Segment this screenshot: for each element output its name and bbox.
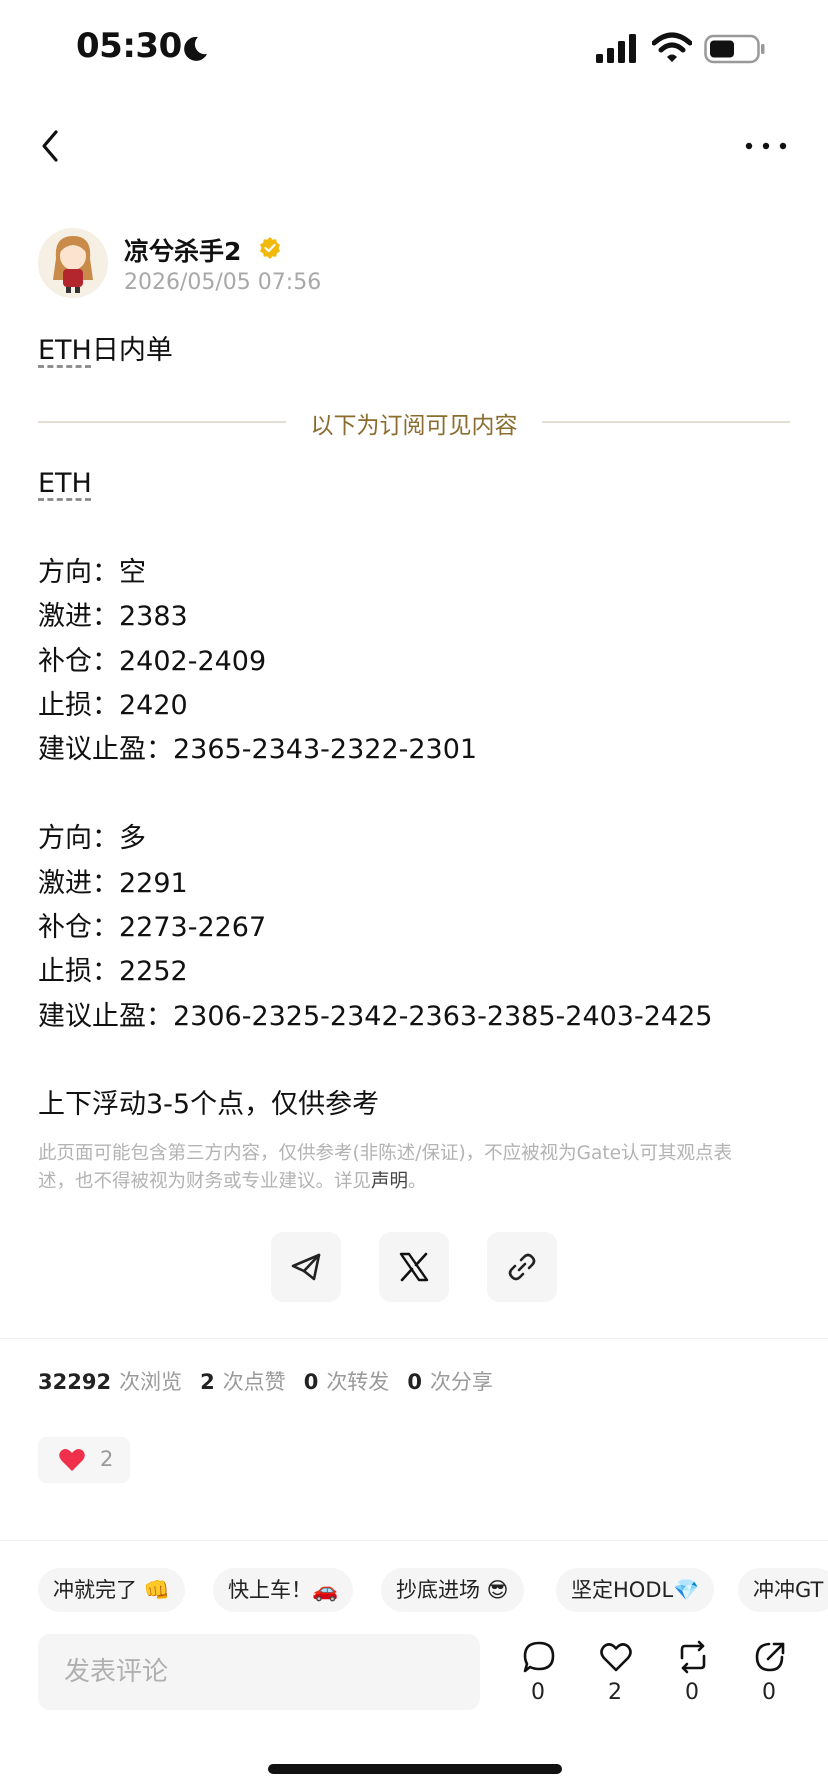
share-icon: [755, 1642, 785, 1672]
reposts-label: 次转发: [326, 1370, 390, 1394]
share-telegram-button[interactable]: [271, 1232, 341, 1302]
section-separator: [0, 1540, 828, 1541]
heart-icon: [59, 1448, 85, 1471]
moon-icon: [184, 36, 207, 61]
disclaimer: 此页面可能包含第三方内容，仅供参考(非陈述/保证)，不应被视为Gate认可其观点…: [38, 1140, 768, 1196]
short-take-profit: 建议止盈：2365-2343-2322-2301: [38, 734, 478, 766]
reaction-count: 2: [100, 1447, 114, 1471]
long-take-profit: 建议止盈：2306-2325-2342-2363-2385-2403-2425: [38, 1000, 713, 1032]
repost-count: 0: [685, 1680, 699, 1705]
eth-tag-link[interactable]: ETH: [38, 335, 92, 366]
section-separator: [0, 1338, 828, 1339]
quick-reply-chip[interactable]: 抄底进场 😎: [381, 1568, 524, 1612]
quick-reply-chip[interactable]: 坚定HODL💎: [556, 1568, 715, 1612]
long-direction: 方向：多: [38, 823, 146, 855]
quick-reply-chip[interactable]: 冲冲GT: [738, 1568, 828, 1612]
short-entry: 激进：2383: [38, 601, 188, 633]
quick-reply-chip[interactable]: 快上车！🚗: [213, 1568, 354, 1612]
post-title-text: 日内单: [91, 335, 173, 366]
heart-reaction-button[interactable]: 2: [38, 1437, 130, 1483]
battery-icon: [704, 34, 765, 64]
short-stop-loss: 止损：2420: [38, 689, 188, 721]
likes-count: 2: [200, 1370, 215, 1394]
comment-count: 0: [531, 1680, 545, 1705]
quick-reply-chip[interactable]: 冲就完了 👊: [38, 1568, 185, 1612]
short-add: 补仓：2402-2409: [38, 645, 267, 677]
back-icon[interactable]: [36, 126, 66, 166]
reposts-count: 0: [303, 1370, 319, 1394]
share-count: 0: [762, 1680, 776, 1705]
quick-replies: 冲就完了 👊 快上车！🚗 抄底进场 😎 坚定HODL💎 冲冲GT: [0, 1568, 828, 1612]
status-bar: 05:30: [0, 0, 828, 100]
like-count: 2: [608, 1680, 622, 1705]
views-count: 32292: [38, 1370, 112, 1394]
disclaimer-end: 。: [408, 1171, 427, 1192]
more-options-icon[interactable]: [744, 136, 788, 156]
content-eth-tag-link[interactable]: ETH: [38, 468, 92, 499]
comment-icon: [523, 1641, 555, 1673]
status-time: 05:30: [76, 26, 182, 66]
long-add: 补仓：2273-2267: [38, 911, 267, 943]
subscription-label: 以下为订阅可见内容: [310, 413, 518, 439]
shares-count: 0: [407, 1370, 422, 1394]
disclaimer-link[interactable]: 声明: [371, 1171, 408, 1192]
cellular-signal-icon: [596, 34, 636, 63]
repost-button[interactable]: 0: [662, 1640, 722, 1712]
heart-outline-icon: [600, 1643, 632, 1672]
views-label: 次浏览: [119, 1370, 183, 1394]
long-entry: 激进：2291: [38, 867, 188, 899]
short-direction: 方向：空: [38, 556, 146, 588]
likes-label: 次点赞: [222, 1370, 286, 1394]
comment-button[interactable]: 0: [508, 1640, 568, 1712]
author-avatar[interactable]: [38, 228, 108, 298]
share-button[interactable]: 0: [739, 1640, 799, 1712]
copy-link-button[interactable]: [487, 1232, 557, 1302]
post-timestamp: 2026/05/05 07:56: [124, 270, 322, 295]
post-content: ETH 方向：空 激进：2383 补仓：2402-2409 止损：2420 建议…: [38, 462, 712, 1128]
avatar-image: [38, 228, 108, 298]
subscription-divider: 以下为订阅可见内容: [38, 404, 790, 440]
x-logo-icon: [399, 1252, 429, 1282]
share-x-button[interactable]: [379, 1232, 449, 1302]
post-stats: 32292 次浏览 2 次点赞 0 次转发 0 次分享: [38, 1366, 511, 1396]
like-button[interactable]: 2: [585, 1640, 645, 1712]
comment-input[interactable]: [38, 1634, 480, 1710]
repost-icon: [680, 1640, 706, 1674]
post-note: 上下浮动3-5个点，仅供参考: [38, 1089, 380, 1121]
telegram-icon: [291, 1253, 321, 1281]
link-icon: [508, 1253, 536, 1281]
shares-label: 次分享: [429, 1370, 493, 1394]
verified-badge-icon: [260, 237, 280, 259]
long-stop-loss: 止损：2252: [38, 956, 188, 988]
home-indicator[interactable]: [268, 1764, 562, 1774]
author-name[interactable]: 凉兮杀手2: [124, 232, 241, 268]
post-title: ETH日内单: [38, 328, 173, 367]
divider-line-right: [542, 421, 790, 423]
wifi-icon: [652, 32, 692, 62]
